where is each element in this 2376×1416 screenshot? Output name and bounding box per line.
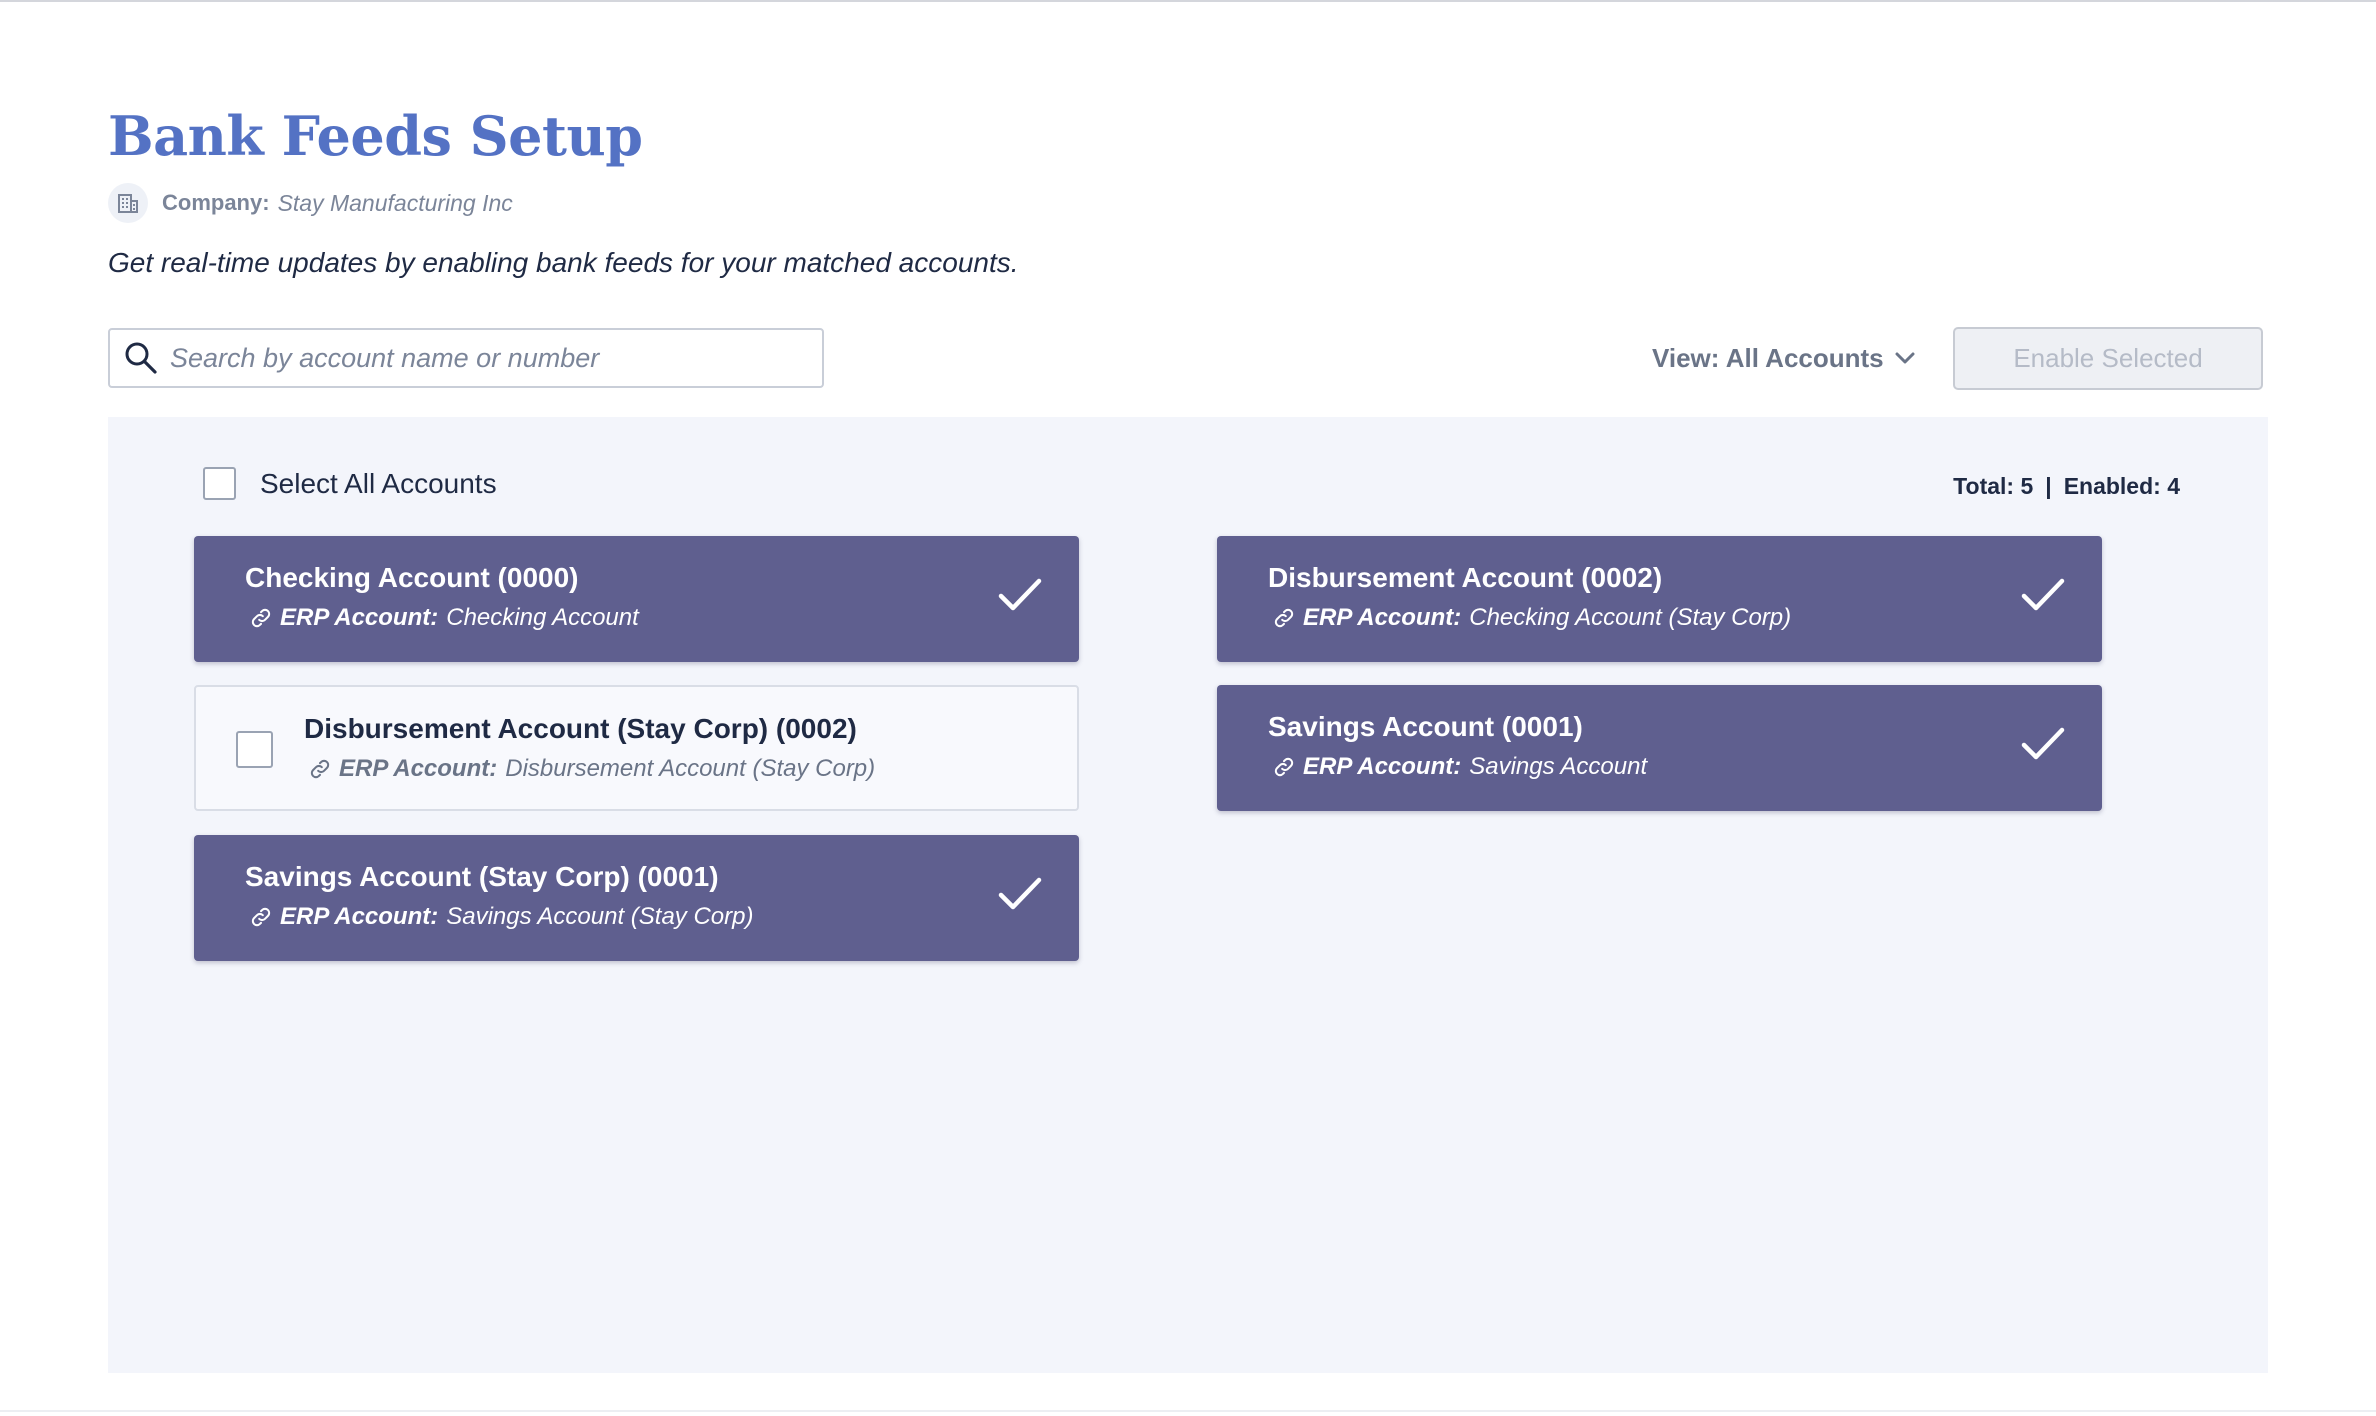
search-input[interactable] bbox=[170, 342, 770, 374]
chevron-down-icon bbox=[1894, 351, 1916, 365]
erp-account-label: ERP Account: bbox=[280, 604, 439, 631]
erp-account-row: ERP Account: Checking Account (Stay Corp… bbox=[1273, 604, 1791, 632]
page-title: Bank Feeds Setup bbox=[108, 104, 643, 168]
erp-account-label: ERP Account: bbox=[1303, 604, 1462, 631]
link-icon bbox=[250, 607, 272, 629]
checkmark-icon bbox=[997, 576, 1043, 614]
account-card[interactable]: Savings Account (0001) ERP Account: Savi… bbox=[1217, 685, 2102, 811]
erp-account-row: ERP Account: Savings Account bbox=[1273, 753, 1647, 781]
account-name: Checking Account (0000) bbox=[245, 562, 579, 593]
select-all-accounts[interactable]: Select All Accounts bbox=[203, 467, 497, 500]
account-name: Disbursement Account (0002) bbox=[1268, 562, 1663, 593]
account-card[interactable]: Savings Account (Stay Corp) (0001) ERP A… bbox=[194, 835, 1079, 961]
search-box[interactable] bbox=[108, 328, 824, 388]
account-card[interactable]: Checking Account (0000) ERP Account: Che… bbox=[194, 536, 1079, 662]
erp-account-label: ERP Account: bbox=[339, 755, 498, 782]
link-icon bbox=[250, 906, 272, 928]
company-name: Stay Manufacturing Inc bbox=[277, 189, 513, 216]
select-all-checkbox[interactable] bbox=[203, 467, 236, 500]
accounts-panel: Select All Accounts Total: 5 | Enabled: … bbox=[108, 417, 2268, 1373]
erp-account-row: ERP Account: Checking Account bbox=[250, 604, 639, 632]
account-card[interactable]: Disbursement Account (Stay Corp) (0002) … bbox=[194, 685, 1079, 811]
search-icon bbox=[124, 341, 158, 375]
erp-account-value: Disbursement Account (Stay Corp) bbox=[505, 755, 876, 782]
company-info: Company: Stay Manufacturing Inc bbox=[108, 182, 513, 224]
count-separator: | bbox=[2045, 473, 2052, 499]
erp-account-label: ERP Account: bbox=[1303, 753, 1462, 780]
erp-account-value: Checking Account bbox=[446, 604, 639, 631]
account-name: Savings Account (Stay Corp) (0001) bbox=[245, 861, 719, 892]
account-name: Savings Account (0001) bbox=[1268, 711, 1583, 742]
erp-account-value: Savings Account (Stay Corp) bbox=[446, 903, 754, 930]
checkmark-icon bbox=[997, 875, 1043, 913]
enable-selected-button[interactable]: Enable Selected bbox=[1953, 327, 2263, 390]
view-filter-label: View: All Accounts bbox=[1652, 342, 1884, 373]
total-count: Total: 5 bbox=[1953, 473, 2034, 499]
erp-account-label: ERP Account: bbox=[280, 903, 439, 930]
top-divider bbox=[0, 0, 2376, 2]
account-card[interactable]: Disbursement Account (0002) ERP Account:… bbox=[1217, 536, 2102, 662]
bottom-divider bbox=[0, 1410, 2376, 1412]
account-name: Disbursement Account (Stay Corp) (0002) bbox=[304, 713, 857, 744]
view-filter-dropdown[interactable]: View: All Accounts bbox=[1652, 336, 1916, 380]
link-icon bbox=[309, 758, 331, 780]
erp-account-value: Checking Account (Stay Corp) bbox=[1469, 604, 1792, 631]
checkmark-icon bbox=[2020, 576, 2066, 614]
erp-account-value: Savings Account bbox=[1469, 753, 1648, 780]
building-icon bbox=[108, 183, 148, 223]
erp-account-row: ERP Account: Disbursement Account (Stay … bbox=[309, 755, 875, 783]
erp-account-row: ERP Account: Savings Account (Stay Corp) bbox=[250, 903, 753, 931]
page-subtitle: Get real-time updates by enabling bank f… bbox=[108, 247, 1019, 278]
checkmark-icon bbox=[2020, 725, 2066, 763]
link-icon bbox=[1273, 607, 1295, 629]
link-icon bbox=[1273, 756, 1295, 778]
account-checkbox[interactable] bbox=[236, 731, 273, 768]
enabled-count: Enabled: 4 bbox=[2063, 473, 2180, 499]
company-label: Company: bbox=[162, 190, 270, 215]
account-counts: Total: 5 | Enabled: 4 bbox=[1953, 473, 2180, 500]
select-all-label: Select All Accounts bbox=[260, 467, 497, 499]
